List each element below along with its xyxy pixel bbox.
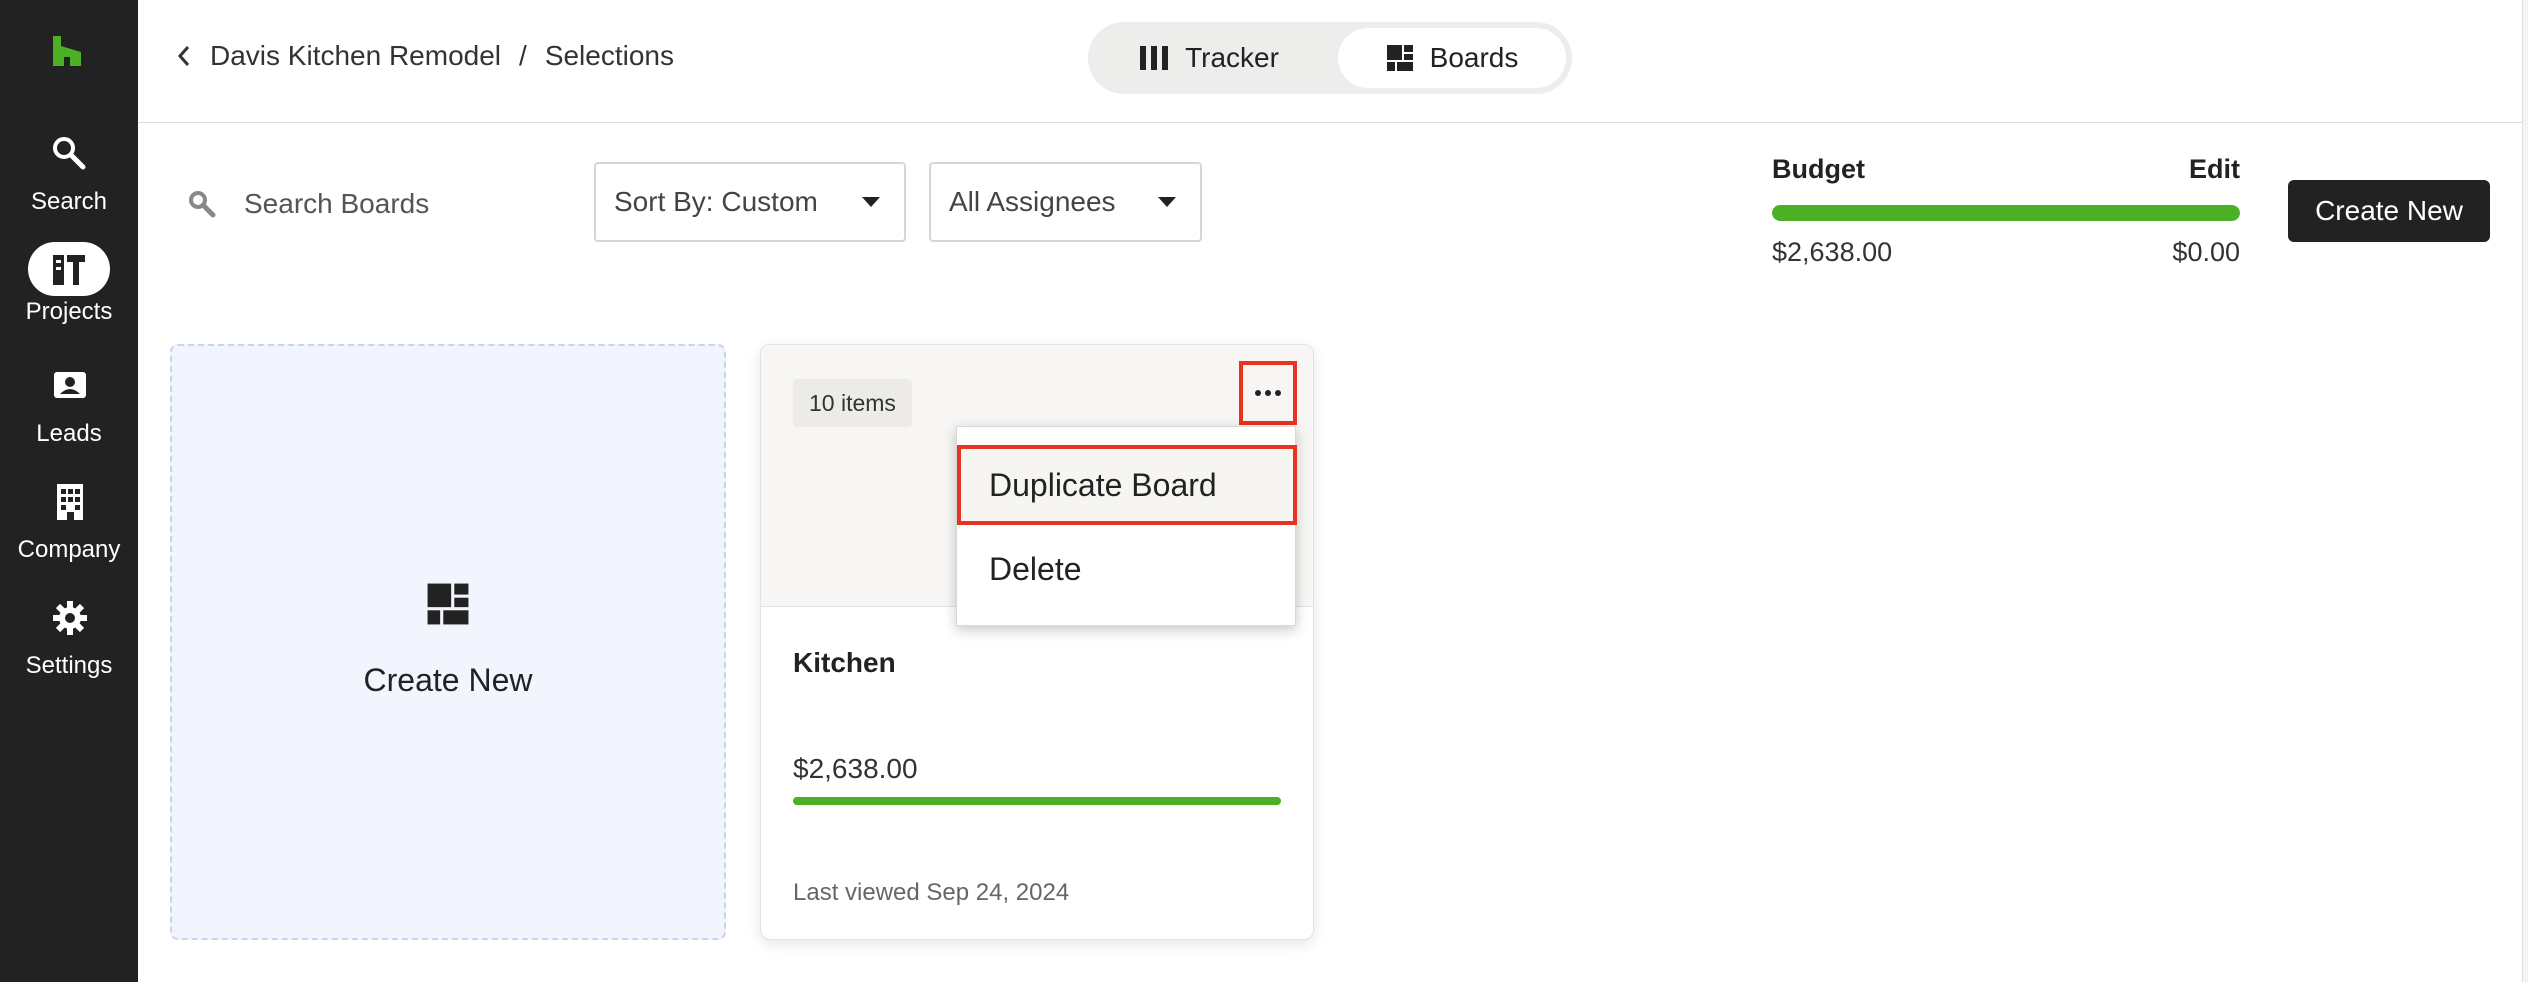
sidebar-item-search[interactable]: Search — [0, 132, 138, 232]
sort-select-value: Sort By: Custom — [614, 186, 818, 217]
assignees-select[interactable]: All Assignees — [929, 162, 1202, 242]
columns-icon — [1140, 46, 1169, 70]
sidebar-item-settings[interactable]: Settings — [0, 596, 138, 696]
window-edge — [2522, 0, 2528, 982]
more-options-button[interactable] — [1239, 361, 1297, 425]
budget-edit-link[interactable]: Edit — [2189, 154, 2240, 185]
budget-spent: $2,638.00 — [1772, 237, 1893, 267]
sidebar: Search Projects Leads Company Settings — [0, 0, 138, 982]
breadcrumb-current: Selections — [544, 40, 674, 71]
tab-boards-label: Boards — [1429, 42, 1519, 73]
search-icon — [189, 191, 216, 218]
view-toggle: Tracker Boards — [1088, 22, 1572, 94]
breadcrumb: Davis Kitchen Remodel / Selections — [176, 40, 674, 72]
board-last-viewed: Last viewed Sep 24, 2024 — [793, 879, 1070, 906]
sidebar-item-company[interactable]: Company — [0, 480, 138, 580]
sidebar-item-label: Leads — [36, 420, 102, 447]
company-icon — [0, 480, 138, 536]
create-new-button[interactable]: Create New — [2288, 180, 2490, 242]
projects-icon — [0, 242, 138, 298]
more-icon — [1255, 390, 1261, 396]
leads-icon — [0, 364, 138, 420]
boards-icon — [1386, 45, 1413, 71]
chevron-left-icon[interactable] — [176, 44, 192, 68]
board-title: Kitchen — [793, 647, 896, 678]
budget-title: Budget — [1772, 154, 1865, 184]
search-bar — [186, 188, 544, 220]
sidebar-item-label: Search — [30, 188, 108, 215]
sidebar-item-label: Projects — [25, 298, 113, 325]
sidebar-item-label: Company — [17, 536, 121, 563]
budget-progress-fill — [1772, 205, 2240, 221]
caret-down-icon — [1158, 197, 1176, 207]
tab-boards[interactable]: Boards — [1338, 28, 1566, 88]
board-options-menu: Duplicate Board Delete — [956, 426, 1297, 626]
sidebar-item-label: Settings — [25, 652, 113, 679]
breadcrumb-project-link[interactable]: Davis Kitchen Remodel — [210, 40, 501, 72]
sort-select[interactable]: Sort By: Custom — [594, 162, 906, 242]
sidebar-item-projects[interactable]: Projects — [0, 242, 138, 342]
sidebar-item-leads[interactable]: Leads — [0, 364, 138, 464]
tab-tracker[interactable]: Tracker — [1094, 28, 1324, 88]
board-amount: $2,638.00 — [793, 753, 918, 784]
menu-item-duplicate-board[interactable]: Duplicate Board — [957, 445, 1297, 525]
gear-icon — [0, 596, 138, 652]
search-input[interactable] — [244, 188, 544, 220]
budget-progress-bar — [1772, 205, 2240, 221]
caret-down-icon — [862, 197, 880, 207]
budget-summary: Budget Edit $2,638.00 $0.00 — [1772, 154, 2240, 268]
boards-icon — [427, 583, 469, 625]
items-count-badge: 10 items — [793, 379, 912, 427]
board-progress-bar — [793, 797, 1281, 805]
search-icon — [0, 132, 138, 188]
breadcrumb-separator: / — [519, 40, 527, 71]
tab-tracker-label: Tracker — [1185, 42, 1279, 73]
create-new-board-card[interactable]: Create New — [170, 344, 726, 940]
top-bar: Davis Kitchen Remodel / Selections Track… — [138, 0, 2522, 123]
create-new-board-label: Create New — [363, 662, 533, 698]
menu-item-delete[interactable]: Delete — [957, 529, 1295, 609]
budget-remaining: $0.00 — [2172, 237, 2240, 267]
houzz-logo[interactable] — [50, 34, 84, 68]
assignees-select-value: All Assignees — [949, 186, 1116, 217]
